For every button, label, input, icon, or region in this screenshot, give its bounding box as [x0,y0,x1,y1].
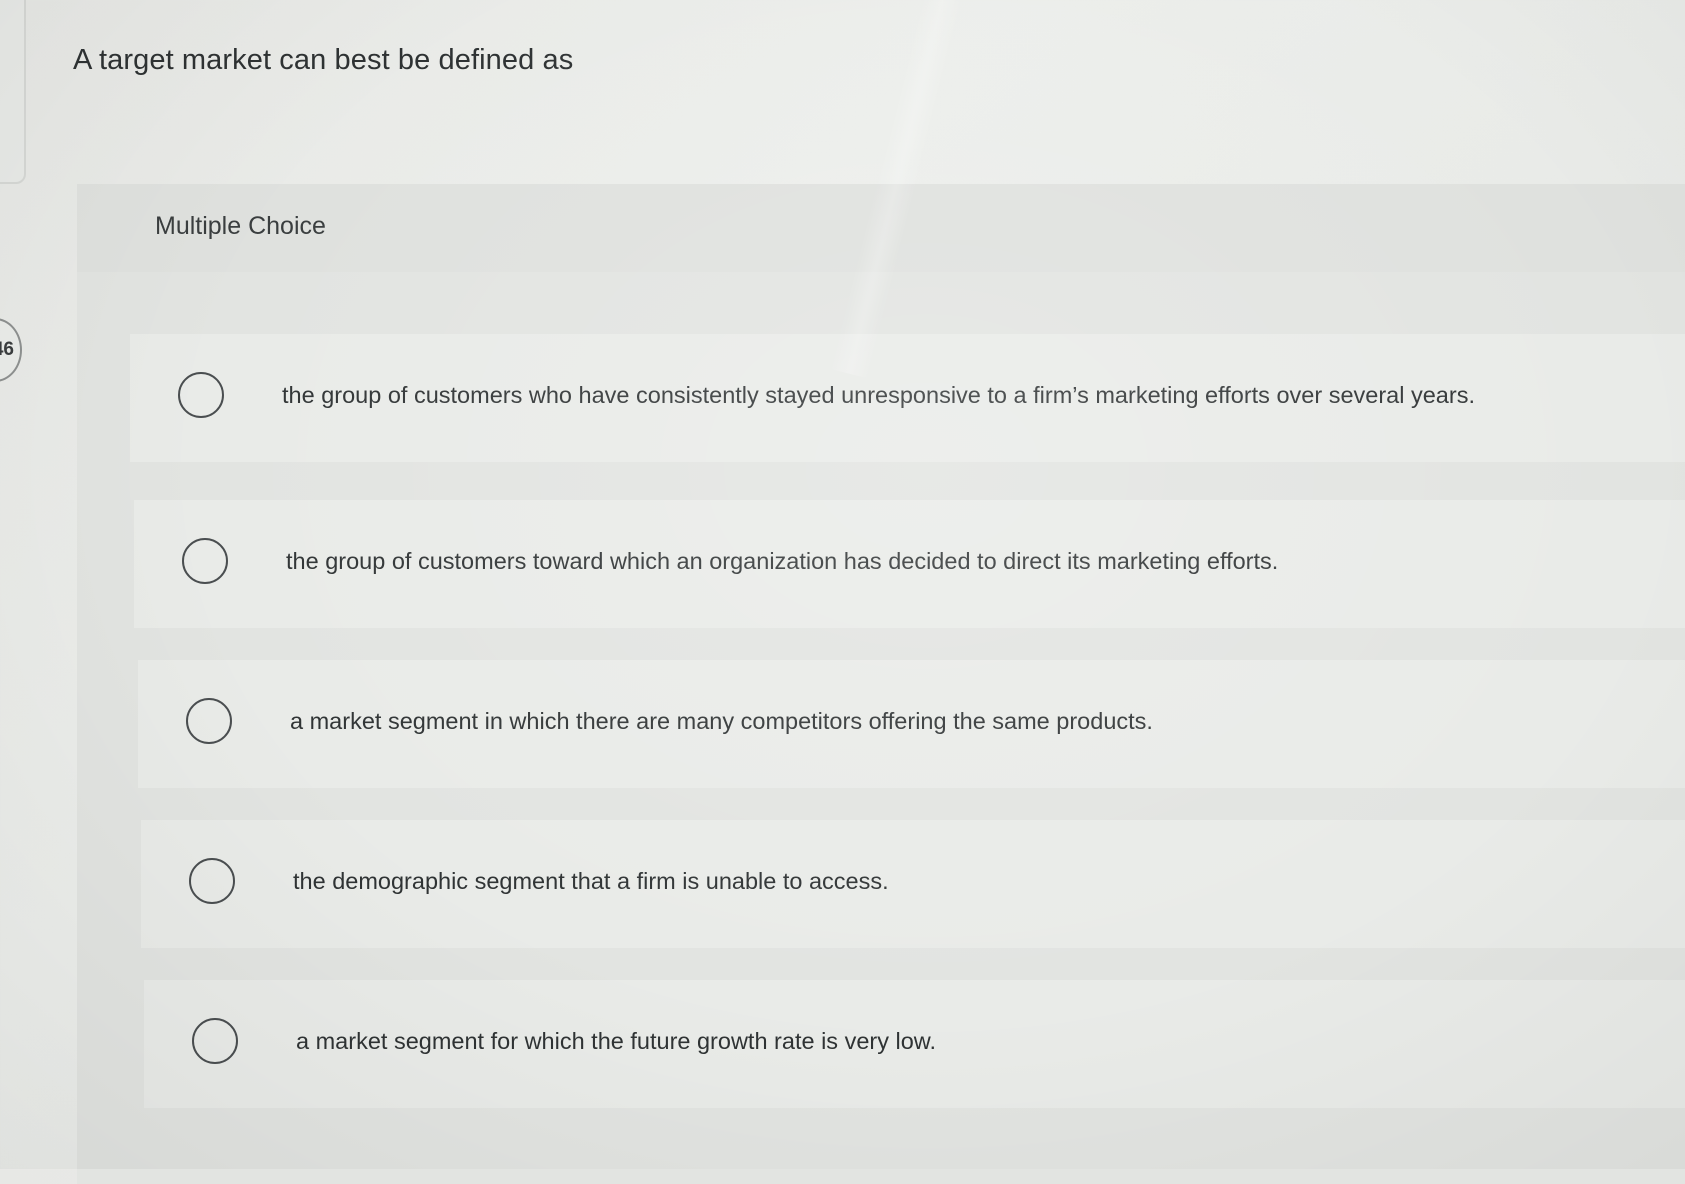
choice-option-2[interactable]: the group of customers toward which an o… [134,500,1685,628]
choice-label-5: a market segment for which the future gr… [296,1028,936,1054]
choice-label-1: the group of customers who have consiste… [282,382,1475,408]
choice-option-4[interactable]: the demographic segment that a firm is u… [141,820,1685,948]
radio-button-icon[interactable] [192,1018,238,1064]
question-prompt: A target market can best be defined as [73,44,574,76]
question-number: 46 [0,339,14,360]
radio-button-icon[interactable] [182,538,228,584]
choice-label-3: a market segment in which there are many… [290,708,1153,734]
choice-option-3[interactable]: a market segment in which there are many… [138,660,1685,788]
choice-option-5[interactable]: a market segment for which the future gr… [144,980,1685,1108]
radio-button-icon[interactable] [189,858,235,904]
radio-button-icon[interactable] [178,372,224,418]
radio-button-icon[interactable] [186,698,232,744]
question-number-badge: 46 [0,318,22,382]
multiple-choice-label: Multiple Choice [155,212,326,240]
choice-option-1[interactable]: the group of customers who have consiste… [130,334,1685,462]
choice-label-4: the demographic segment that a firm is u… [293,868,889,894]
choice-label-2: the group of customers toward which an o… [286,548,1279,574]
previous-card-edge [0,0,26,184]
